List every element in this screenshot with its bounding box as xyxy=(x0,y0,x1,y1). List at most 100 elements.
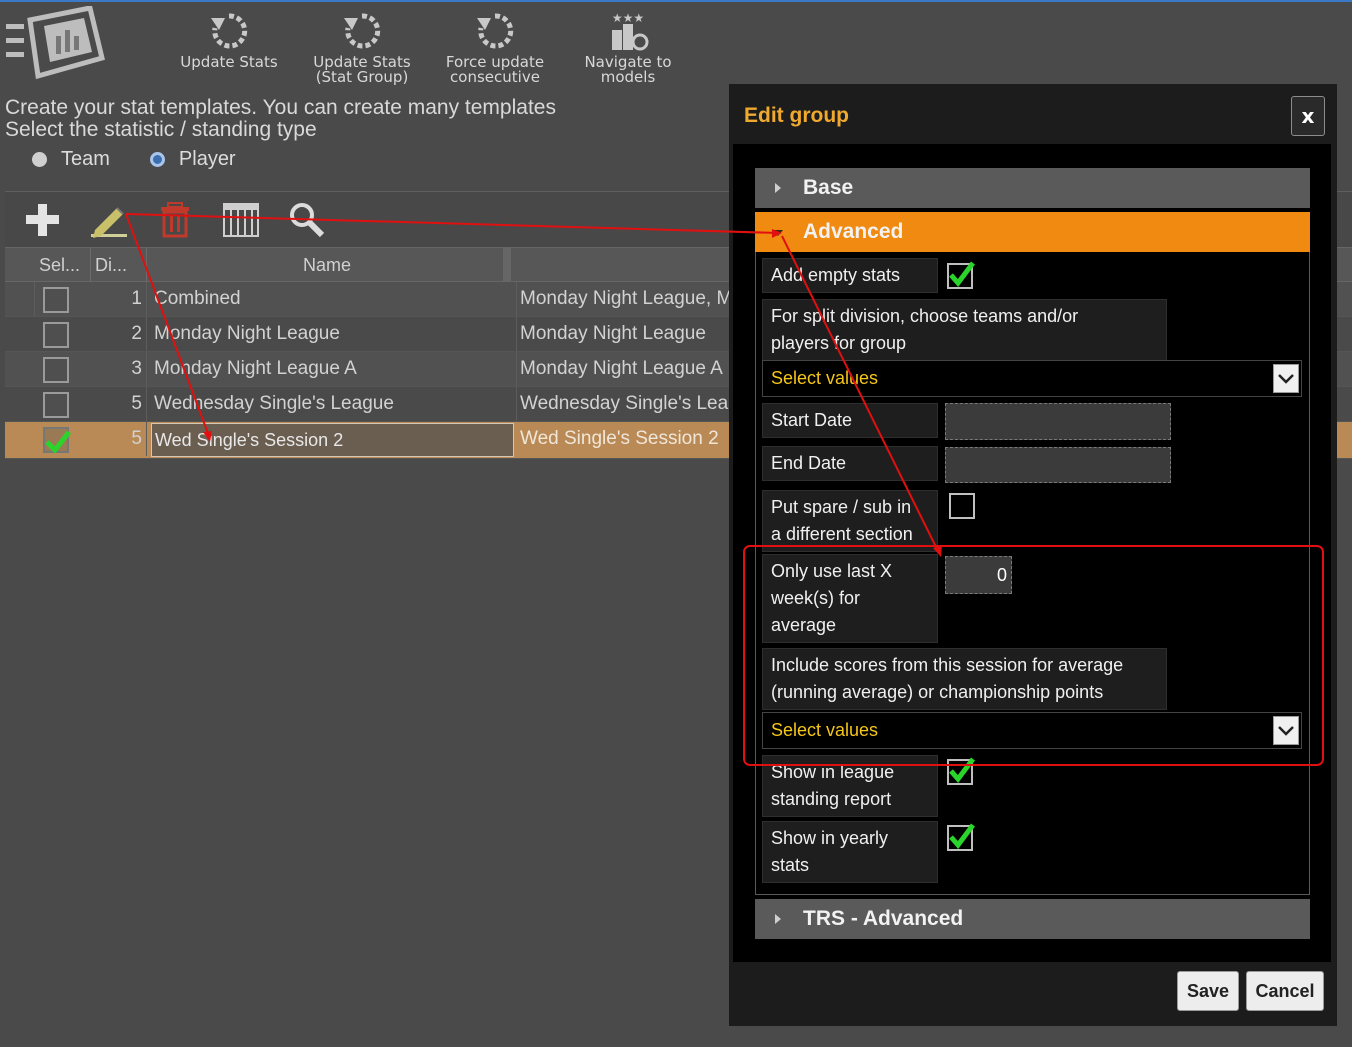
division-cell: 2 xyxy=(91,317,147,351)
update-stats-group-label-2: (Stat Group) xyxy=(315,68,409,86)
last-x-weeks-label: Only use last X week(s) for average xyxy=(762,554,938,643)
row-select-checkbox[interactable] xyxy=(43,357,69,383)
last-x-weeks-input[interactable]: 0 xyxy=(945,556,1012,594)
expand-arrow-icon xyxy=(775,183,781,193)
col-description[interactable] xyxy=(517,248,747,282)
force-update-button[interactable]: Force update consecutive xyxy=(435,10,555,85)
player-radio-label[interactable]: Player xyxy=(179,148,236,171)
section-advanced-header[interactable]: Advanced xyxy=(755,212,1310,252)
include-scores-label-line1: Include scores from this session for ave… xyxy=(771,655,1124,675)
collapse-arrow-icon xyxy=(773,230,783,236)
division-cell: 3 xyxy=(91,352,147,386)
row-select-checkbox[interactable] xyxy=(43,322,69,348)
navigate-models-button[interactable]: ★★★ Navigate to models xyxy=(568,10,688,85)
expand-arrow-icon xyxy=(775,914,781,924)
refresh-icon xyxy=(477,13,514,49)
edit-pencil-icon[interactable] xyxy=(89,200,129,240)
show-yearly-checkbox[interactable] xyxy=(947,823,975,851)
dialog-body: Base Advanced Add empty stats For split … xyxy=(733,144,1331,962)
section-base-label: Base xyxy=(803,176,854,199)
name-cell: Monday Night League A xyxy=(147,352,517,386)
add-empty-stats-label: Add empty stats xyxy=(762,258,938,293)
include-scores-placeholder: Select values xyxy=(771,720,879,740)
search-icon[interactable] xyxy=(287,200,327,240)
division-cell: 1 xyxy=(91,282,147,316)
description-cell: Monday Night League xyxy=(520,323,706,344)
section-trs-header[interactable]: TRS - Advanced xyxy=(755,899,1310,939)
top-accent-line xyxy=(0,0,1352,2)
split-division-label-line1: For split division, choose teams and/or xyxy=(771,306,1079,326)
close-button[interactable]: x xyxy=(1291,96,1325,136)
name-cell: Combined xyxy=(147,282,517,316)
show-yearly-label-line2: stats xyxy=(771,855,810,875)
division-cell: 5 xyxy=(91,422,147,456)
dialog-title: Edit group xyxy=(744,104,849,127)
col-select[interactable]: Sel... xyxy=(35,248,91,282)
include-scores-select[interactable]: Select values xyxy=(762,712,1302,749)
last-x-weeks-label-line1: Only use last X xyxy=(771,561,893,581)
add-empty-stats-checkbox[interactable] xyxy=(947,261,975,289)
description-cell: Monday Night League, M xyxy=(520,288,733,309)
app-logo xyxy=(4,5,108,80)
refresh-icon xyxy=(211,13,248,49)
name-cell: Wednesday Single's League xyxy=(147,387,517,421)
update-stats-label: Update Stats xyxy=(180,53,278,71)
row-select-checkbox[interactable] xyxy=(43,287,69,313)
add-icon[interactable] xyxy=(23,200,63,240)
podium-icon: ★★★ xyxy=(612,11,649,51)
show-league-label-line2: standing report xyxy=(771,789,892,809)
section-advanced-label: Advanced xyxy=(803,220,904,243)
show-yearly-label-line1: Show in yearly xyxy=(771,828,889,848)
team-radio[interactable] xyxy=(32,152,47,167)
show-yearly-label: Show in yearly stats xyxy=(762,821,938,883)
name-edit-input[interactable]: Wed Single's Session 2 xyxy=(151,423,514,457)
spare-sub-checkbox[interactable] xyxy=(949,493,975,519)
split-division-placeholder: Select values xyxy=(771,368,879,388)
force-update-label-2: consecutive xyxy=(450,68,540,86)
svg-text:★★★: ★★★ xyxy=(612,11,644,25)
name-cell: Monday Night League xyxy=(147,317,517,351)
spare-sub-label-line1: Put spare / sub in xyxy=(771,497,912,517)
save-button[interactable]: Save xyxy=(1177,971,1239,1011)
show-league-label-line1: Show in league xyxy=(771,762,895,782)
col-division[interactable]: Di... xyxy=(91,248,147,282)
type-prompt: Select the statistic / standing type xyxy=(5,118,317,141)
description-cell: Monday Night League A xyxy=(520,358,723,379)
player-radio[interactable] xyxy=(149,152,165,167)
cancel-button[interactable]: Cancel xyxy=(1246,971,1324,1011)
end-date-label: End Date xyxy=(762,446,938,481)
start-date-input[interactable] xyxy=(945,403,1171,440)
edit-group-dialog: Edit group x Base Advanced Add empty sta… xyxy=(729,84,1337,1026)
columns-icon[interactable] xyxy=(221,200,261,240)
chevron-down-icon[interactable] xyxy=(1273,716,1299,745)
section-base-header[interactable]: Base xyxy=(755,168,1310,208)
update-stats-group-button[interactable]: Update Stats (Stat Group) xyxy=(302,10,422,85)
show-league-label: Show in league standing report xyxy=(762,755,938,817)
update-stats-button[interactable]: Update Stats xyxy=(169,10,289,70)
col-name[interactable]: Name xyxy=(147,248,511,282)
delete-trash-icon[interactable] xyxy=(155,200,195,240)
last-x-weeks-label-line3: average xyxy=(771,615,837,635)
checkmark-icon xyxy=(45,430,71,454)
row-select-checkbox[interactable] xyxy=(43,427,71,454)
intro-text: Create your stat templates. You can crea… xyxy=(5,96,556,119)
description-cell: Wed Single's Session 2 xyxy=(520,428,719,449)
refresh-icon xyxy=(344,13,381,49)
chevron-down-icon[interactable] xyxy=(1273,364,1299,393)
end-date-input[interactable] xyxy=(945,447,1171,483)
last-x-weeks-label-line2: week(s) for xyxy=(771,588,861,608)
start-date-label: Start Date xyxy=(762,403,938,438)
spare-sub-label-line2: a different section xyxy=(771,524,913,544)
team-radio-label[interactable]: Team xyxy=(61,148,110,171)
section-trs-label: TRS - Advanced xyxy=(803,907,964,930)
split-division-label: For split division, choose teams and/or … xyxy=(762,299,1167,361)
row-select-checkbox[interactable] xyxy=(43,392,69,418)
description-cell: Wednesday Single's Leag xyxy=(520,393,739,414)
split-division-label-line2: players for group xyxy=(771,333,907,353)
include-scores-label: Include scores from this session for ave… xyxy=(762,648,1167,710)
type-radio-group: Team Player xyxy=(32,148,276,171)
split-division-select[interactable]: Select values xyxy=(762,360,1302,397)
spare-sub-label: Put spare / sub in a different section xyxy=(762,490,938,552)
division-cell: 5 xyxy=(91,387,147,421)
show-league-checkbox[interactable] xyxy=(947,757,975,785)
